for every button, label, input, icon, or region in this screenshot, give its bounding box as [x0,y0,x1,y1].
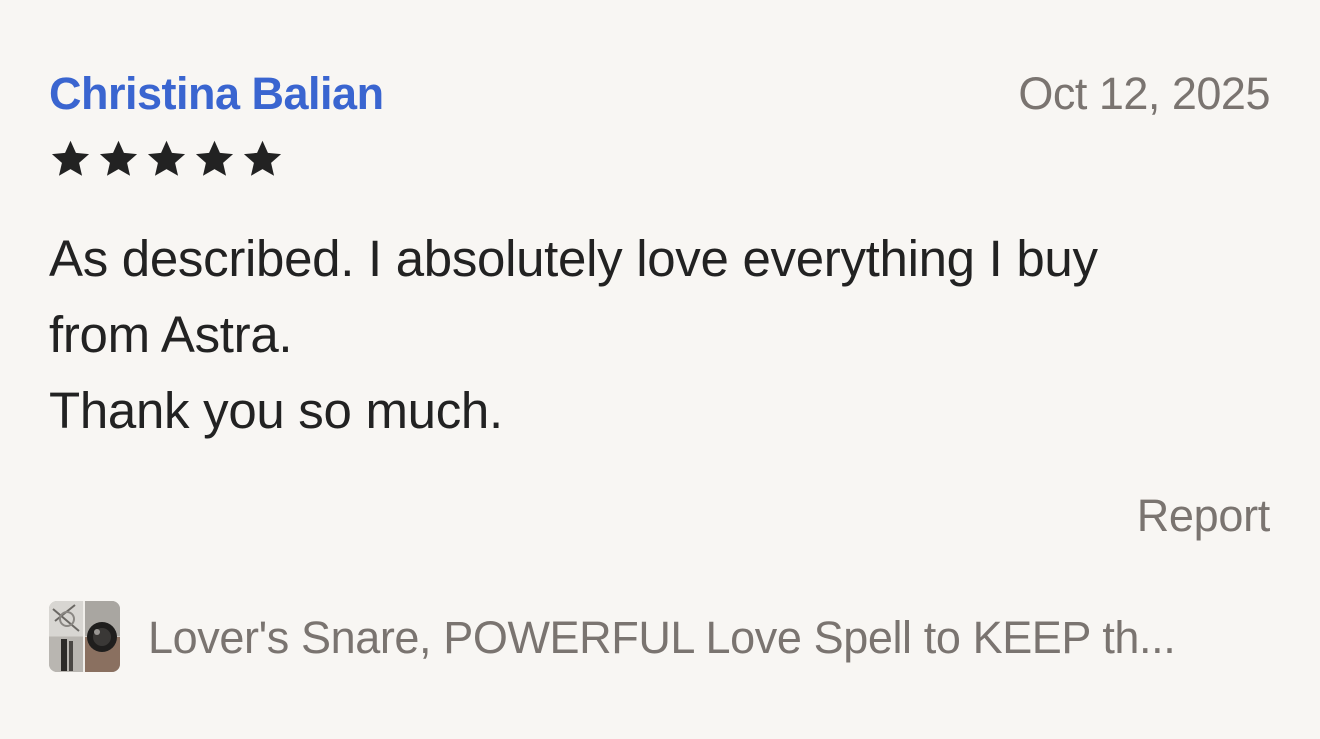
star-icon [97,138,140,180]
review-text: As described. I absolutely love everythi… [49,221,1269,449]
review-text-line: from Astra. [49,306,293,363]
reviewed-product-link[interactable]: Lover's Snare, POWERFUL Love Spell to KE… [49,601,1270,673]
star-icon [49,138,92,180]
star-icon [241,138,284,180]
review-card: Christina Balian Oct 12, 2025 As describ… [0,0,1320,739]
report-button[interactable]: Report [1137,488,1271,544]
review-header: Christina Balian Oct 12, 2025 [49,66,1270,122]
review-text-line: Thank you so much. [49,382,503,439]
review-text-line: As described. I absolutely love everythi… [49,230,1098,287]
product-thumbnail[interactable] [49,601,120,672]
product-title[interactable]: Lover's Snare, POWERFUL Love Spell to KE… [148,610,1270,666]
star-rating [49,138,284,180]
reviewer-name-link[interactable]: Christina Balian [49,66,384,122]
review-date: Oct 12, 2025 [1018,68,1270,119]
star-icon [193,138,236,180]
star-icon [145,138,188,180]
